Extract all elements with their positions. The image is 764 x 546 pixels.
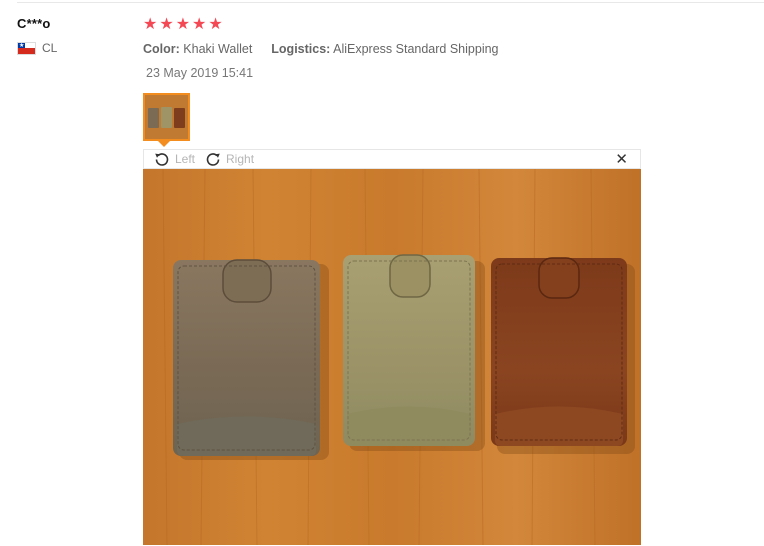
logistics-label: Logistics: <box>271 42 331 56</box>
star-icon: ★ <box>192 16 207 33</box>
review-photo-image <box>143 169 641 545</box>
reviewer-country: ★ CL <box>17 41 127 55</box>
order-info: Color: Khaki Wallet Logistics: AliExpres… <box>143 42 643 56</box>
star-icon: ★ <box>208 16 223 33</box>
rotate-right-icon <box>206 153 220 166</box>
photo-thumbnail[interactable] <box>143 93 190 141</box>
review-photo <box>143 169 641 545</box>
star-icon: ★ <box>175 16 191 33</box>
reviewer-name: C***o <box>17 16 51 31</box>
star-icon: ★ <box>159 16 174 33</box>
star-rating: ★ ★ ★ ★ ★ <box>143 16 643 34</box>
color-value: Khaki Wallet <box>183 42 253 56</box>
country-code: CL <box>42 41 58 55</box>
rotate-left-icon <box>155 153 169 166</box>
thumbnail-pointer <box>158 141 170 147</box>
logistics-value: AliExpress Standard Shipping <box>333 42 499 56</box>
image-viewer-toolbar: Left Right ✕ <box>143 149 641 169</box>
thumbnail-image <box>145 95 188 139</box>
review-date: 23 May 2019 15:41 <box>146 66 254 80</box>
rotate-left-label: Left <box>175 152 196 166</box>
rotate-right-label: Right <box>226 152 255 166</box>
rotate-left-button[interactable]: Left <box>154 151 195 167</box>
rotate-right-button[interactable]: Right <box>205 151 254 167</box>
reviewer-info: C***o ★ CL <box>17 16 127 55</box>
feedback-content: ★ ★ ★ ★ ★ Color: Khaki Wallet Logistics:… <box>143 16 643 80</box>
star-icon: ★ <box>143 16 158 33</box>
close-icon[interactable]: ✕ <box>615 152 628 167</box>
chile-flag-icon: ★ <box>17 41 36 55</box>
color-label: Color: <box>143 42 180 56</box>
divider <box>17 2 764 3</box>
